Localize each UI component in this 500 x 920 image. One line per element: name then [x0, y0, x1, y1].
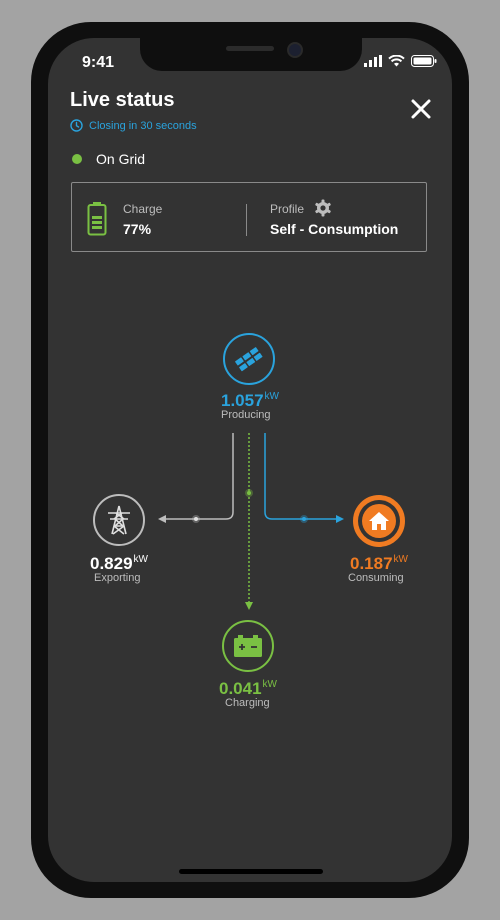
consuming-value-group: 0.187kW: [350, 554, 408, 574]
energy-flow-lines: [158, 433, 344, 610]
consuming-node: [353, 495, 405, 547]
charging-label: Charging: [225, 697, 270, 709]
export-flow-line: [160, 433, 234, 520]
charging-value: 0.041: [219, 679, 262, 698]
producing-label: Producing: [221, 409, 271, 421]
consuming-unit: kW: [393, 554, 408, 565]
house-icon: [369, 512, 389, 530]
charge-arrow: [245, 602, 253, 610]
exporting-label: Exporting: [94, 572, 141, 584]
consuming-label: Consuming: [348, 572, 404, 584]
consume-arrow: [336, 515, 344, 523]
charging-node: [222, 620, 274, 672]
power-tower-icon: [108, 505, 130, 535]
exporting-unit: kW: [133, 554, 148, 565]
producing-node: [223, 333, 275, 385]
exporting-node: [93, 494, 145, 546]
solar-panel-icon: [235, 347, 263, 372]
producing-value: 1.057: [221, 391, 264, 410]
consume-flow-line: [264, 433, 342, 520]
charging-unit: kW: [262, 679, 277, 690]
consuming-node-fill: [362, 504, 396, 538]
car-battery-icon: [234, 635, 262, 657]
home-indicator[interactable]: [179, 869, 323, 874]
producing-unit: kW: [264, 391, 279, 402]
producing-value-group: 1.057kW: [221, 391, 279, 411]
exporting-value: 0.829: [90, 554, 133, 573]
consuming-node-inner: [358, 500, 400, 542]
consuming-value: 0.187: [350, 554, 393, 573]
charging-value-group: 0.041kW: [219, 679, 277, 699]
exporting-value-group: 0.829kW: [90, 554, 148, 574]
export-arrow: [158, 515, 166, 523]
